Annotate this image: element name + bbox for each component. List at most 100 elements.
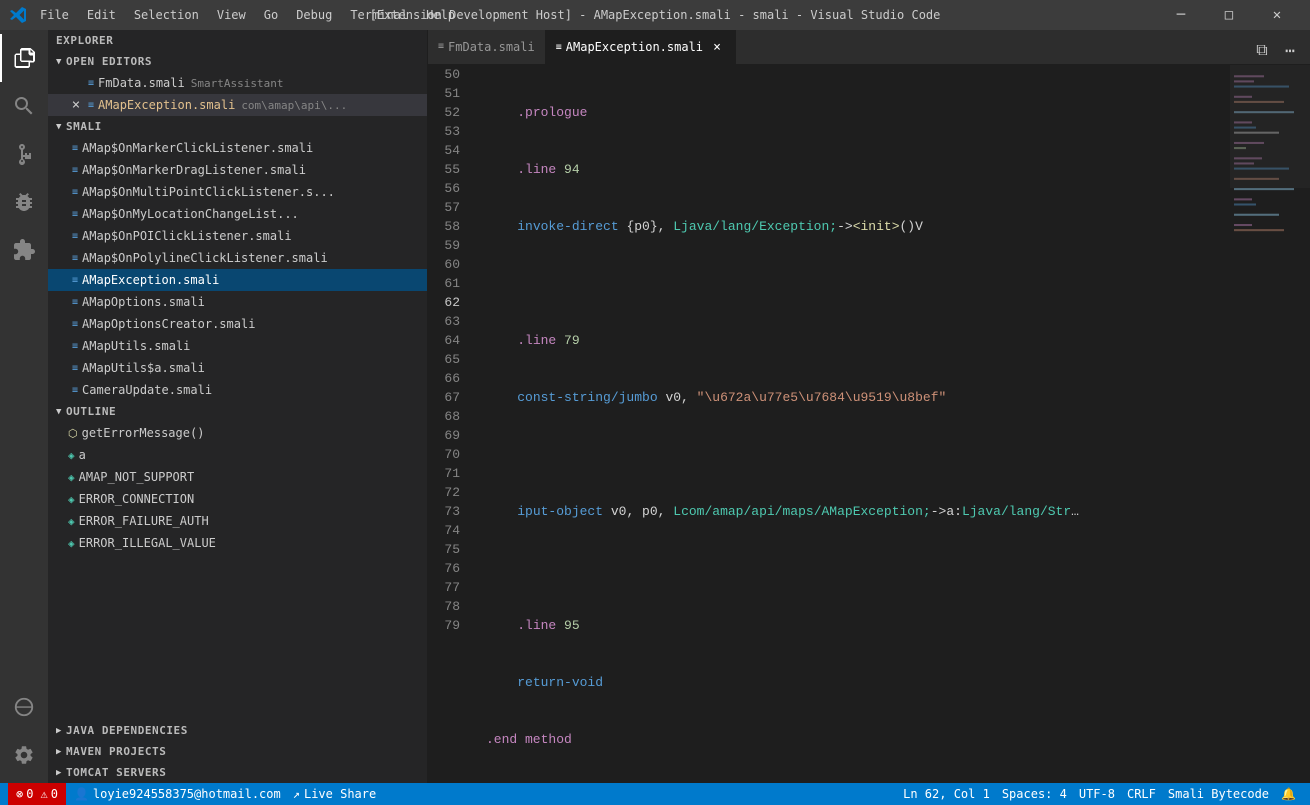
smali-file-10[interactable]: ≡ AMapUtils$a.smali — [48, 357, 427, 379]
line-numbers: 50 51 52 53 54 55 56 57 58 59 60 61 62 6… — [428, 65, 478, 783]
status-language[interactable]: Smali Bytecode — [1162, 783, 1275, 805]
code-line-52: invoke-direct {p0}, Ljava/lang/Exception… — [486, 217, 1230, 236]
activity-scm[interactable] — [0, 130, 48, 178]
outline-item-0[interactable]: ⬡ getErrorMessage() — [48, 422, 427, 444]
ln-57: 57 — [428, 198, 468, 217]
smali-filename-5: AMap$OnPolylineClickListener.smali — [82, 251, 328, 265]
editor-close-btn[interactable]: × — [68, 97, 84, 113]
editor-filename-fmdata: FmData.smali — [98, 76, 185, 90]
tab-right-actions: ⧉ ⋯ — [1248, 36, 1310, 64]
ln-75: 75 — [428, 540, 468, 559]
editor-item-fmdata[interactable]: ≡ FmData.smali SmartAssistant — [48, 72, 427, 94]
warning-icon: ⚠ — [40, 787, 47, 801]
java-dep-chevron: ▶ — [56, 726, 62, 736]
activity-settings[interactable] — [0, 731, 48, 779]
outline-header[interactable]: ▼ OUTLINE — [48, 401, 427, 422]
status-line-ending[interactable]: CRLF — [1121, 783, 1162, 805]
smali-file-11[interactable]: ≡ CameraUpdate.smali — [48, 379, 427, 401]
ln-70: 70 — [428, 445, 468, 464]
outline-item-2[interactable]: ◈ AMAP_NOT_SUPPORT — [48, 466, 427, 488]
java-dep-label: JAVA DEPENDENCIES — [66, 724, 188, 737]
outline-item-5[interactable]: ◈ ERROR_ILLEGAL_VALUE — [48, 532, 427, 554]
menu-view[interactable]: View — [209, 6, 254, 24]
editor-item-amapexception[interactable]: × ≡ AMapException.smali com\amap\api\... — [48, 94, 427, 116]
menu-debug[interactable]: Debug — [288, 6, 340, 24]
smali-file-7[interactable]: ≡ AMapOptions.smali — [48, 291, 427, 313]
outline-item-3[interactable]: ◈ ERROR_CONNECTION — [48, 488, 427, 510]
open-editors-section: ▼ OPEN EDITORS ≡ FmData.smali SmartAssis… — [48, 51, 427, 116]
minimize-button[interactable]: ─ — [1158, 0, 1204, 30]
outline-icon-3: ◈ — [68, 493, 75, 506]
status-bell[interactable]: 🔔 — [1275, 783, 1302, 805]
split-editor-button[interactable]: ⧉ — [1248, 36, 1276, 64]
status-position[interactable]: Ln 62, Col 1 — [897, 783, 996, 805]
ln-53: 53 — [428, 122, 468, 141]
smali-section: ▼ SMALI ≡ AMap$OnMarkerClickListener.sma… — [48, 116, 427, 401]
menu-file[interactable]: File — [32, 6, 77, 24]
close-button[interactable]: ✕ — [1254, 0, 1300, 30]
smali-icon-9: ≡ — [72, 341, 78, 352]
activity-extensions[interactable] — [0, 226, 48, 274]
smali-file-5[interactable]: ≡ AMap$OnPolylineClickListener.smali — [48, 247, 427, 269]
smali-icon-10: ≡ — [72, 363, 78, 374]
activity-debug[interactable] — [0, 178, 48, 226]
smali-filename-8: AMapOptionsCreator.smali — [82, 317, 255, 331]
smali-file-3[interactable]: ≡ AMap$OnMyLocationChangeList... — [48, 203, 427, 225]
smali-file-1[interactable]: ≡ AMap$OnMarkerDragListener.smali — [48, 159, 427, 181]
status-bar: ⊗ 0 ⚠ 0 👤 loyie924558375@hotmail.com ↗ L… — [0, 783, 1310, 805]
maven-projects-section[interactable]: ▶ MAVEN PROJECTS — [48, 741, 427, 762]
outline-icon-5: ◈ — [68, 537, 75, 550]
ln-62: 62 — [428, 293, 468, 312]
ln-65: 65 — [428, 350, 468, 369]
status-spaces[interactable]: Spaces: 4 — [996, 783, 1073, 805]
ln-77: 77 — [428, 578, 468, 597]
maven-chevron: ▶ — [56, 747, 62, 757]
ln-76: 76 — [428, 559, 468, 578]
tab-fmdata[interactable]: ≡ FmData.smali — [428, 30, 546, 64]
maximize-button[interactable]: □ — [1206, 0, 1252, 30]
activity-search[interactable] — [0, 82, 48, 130]
open-editors-header[interactable]: ▼ OPEN EDITORS — [48, 51, 427, 72]
ln-69: 69 — [428, 426, 468, 445]
code-content[interactable]: .prologue .line 94 invoke-direct {p0}, L… — [478, 65, 1230, 783]
main-layout: EXPLORER ▼ OPEN EDITORS ≡ FmData.smali S… — [0, 30, 1310, 783]
status-live-share[interactable]: ↗ Live Share — [287, 783, 382, 805]
tomcat-servers-section[interactable]: ▶ TOMCAT SERVERS — [48, 762, 427, 783]
activity-remote[interactable] — [0, 683, 48, 731]
smali-file-6[interactable]: ≡ AMapException.smali — [48, 269, 427, 291]
open-editors-label: OPEN EDITORS — [66, 55, 152, 68]
smali-file-4[interactable]: ≡ AMap$OnPOIClickListener.smali — [48, 225, 427, 247]
java-dependencies-section[interactable]: ▶ JAVA DEPENDENCIES — [48, 720, 427, 741]
more-actions-button[interactable]: ⋯ — [1276, 36, 1304, 64]
smali-file-0[interactable]: ≡ AMap$OnMarkerClickListener.smali — [48, 137, 427, 159]
status-user[interactable]: 👤 loyie924558375@hotmail.com — [68, 783, 287, 805]
tab-amapexception[interactable]: ≡ AMapException.smali × — [546, 30, 736, 64]
smali-file-9[interactable]: ≡ AMapUtils.smali — [48, 335, 427, 357]
smali-icon-11: ≡ — [72, 385, 78, 396]
menu-selection[interactable]: Selection — [126, 6, 207, 24]
outline-name-1: a — [79, 448, 86, 462]
smali-file-8[interactable]: ≡ AMapOptionsCreator.smali — [48, 313, 427, 335]
status-encoding[interactable]: UTF-8 — [1073, 783, 1121, 805]
outline-section: ▼ OUTLINE ⬡ getErrorMessage() ◈ a ◈ AMAP… — [48, 401, 427, 554]
menu-go[interactable]: Go — [256, 6, 286, 24]
window-controls: ─ □ ✕ — [1158, 0, 1300, 30]
ln-78: 78 — [428, 597, 468, 616]
smali-filename-7: AMapOptions.smali — [82, 295, 205, 309]
ln-74: 74 — [428, 521, 468, 540]
ln-60: 60 — [428, 255, 468, 274]
file-icon-active: ≡ — [88, 100, 94, 111]
outline-item-4[interactable]: ◈ ERROR_FAILURE_AUTH — [48, 510, 427, 532]
code-editor[interactable]: 50 51 52 53 54 55 56 57 58 59 60 61 62 6… — [428, 65, 1310, 783]
smali-header[interactable]: ▼ SMALI — [48, 116, 427, 137]
menu-edit[interactable]: Edit — [79, 6, 124, 24]
ln-52: 52 — [428, 103, 468, 122]
outline-item-1[interactable]: ◈ a — [48, 444, 427, 466]
tab-close-amapexception[interactable]: × — [709, 39, 725, 55]
tab-label-fmdata: FmData.smali — [448, 40, 535, 54]
status-errors[interactable]: ⊗ 0 ⚠ 0 — [8, 783, 66, 805]
activity-explorer[interactable] — [0, 34, 48, 82]
smali-file-2[interactable]: ≡ AMap$OnMultiPointClickListener.s... — [48, 181, 427, 203]
outline-name-5: ERROR_ILLEGAL_VALUE — [79, 536, 216, 550]
outline-icon-1: ◈ — [68, 449, 75, 462]
